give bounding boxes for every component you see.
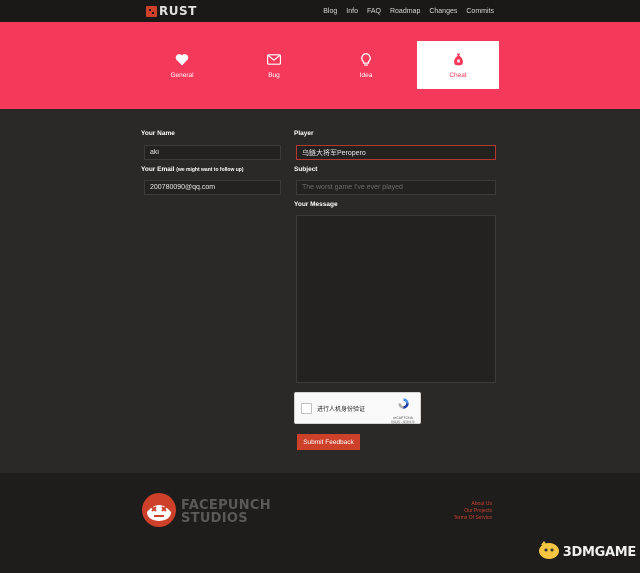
email-input[interactable]	[144, 180, 281, 195]
footer-links: About Us Our Projects Terms Of Service	[454, 501, 492, 521]
subject-input[interactable]	[296, 180, 496, 195]
site-watermark: 3DMGAME	[538, 540, 636, 565]
player-label: Player	[294, 130, 314, 137]
category-cheat[interactable]: Cheat	[417, 41, 499, 89]
recaptcha-logo-icon	[397, 397, 410, 414]
recaptcha-links[interactable]: 隐私权 - 使用条款	[391, 420, 415, 424]
watermark-text: 3DMGAME	[562, 545, 637, 560]
name-label: Your Name	[141, 130, 175, 137]
message-textarea[interactable]	[296, 215, 496, 383]
recaptcha-checkbox[interactable]	[301, 403, 312, 414]
top-navbar: RUST Blog Info FAQ Roadmap Changes Commi…	[0, 0, 640, 22]
nav-link-commits[interactable]: Commits	[466, 8, 494, 15]
category-idea[interactable]: Idea	[325, 41, 407, 89]
facepunch-line2: STUDIOS	[181, 511, 248, 526]
nav-link-blog[interactable]: Blog	[323, 8, 337, 15]
recaptcha-brand: reCAPTCHA 隐私权 - 使用条款	[391, 397, 415, 424]
lightbulb-icon	[361, 52, 371, 68]
category-general[interactable]: General	[141, 41, 223, 89]
nav-link-faq[interactable]: FAQ	[367, 8, 381, 15]
footer: FACEPUNCH STUDIOS About Us Our Projects …	[0, 473, 640, 573]
footer-link-terms[interactable]: Terms Of Service	[454, 515, 492, 521]
name-input[interactable]	[144, 145, 281, 160]
subject-label: Subject	[294, 166, 318, 173]
nav-link-roadmap[interactable]: Roadmap	[390, 8, 420, 15]
footer-link-projects[interactable]: Our Projects	[454, 508, 492, 514]
heart-icon	[175, 52, 189, 68]
category-label: Cheat	[449, 71, 467, 79]
category-label: General	[170, 71, 194, 79]
category-label: Idea	[359, 71, 373, 79]
player-input[interactable]	[296, 145, 496, 160]
submit-feedback-button[interactable]: Submit Feedback	[297, 434, 360, 450]
main-nav: Blog Info FAQ Roadmap Changes Commits	[323, 0, 494, 22]
email-label-text: Your Email	[141, 166, 175, 173]
recaptcha-widget: 进行人机身份验证 reCAPTCHA 隐私权 - 使用条款	[294, 392, 421, 424]
footer-link-about[interactable]: About Us	[454, 501, 492, 507]
money-bag-icon	[453, 52, 464, 68]
watermark-mascot-icon	[538, 540, 560, 565]
category-band: General Bug Idea Cheat	[0, 22, 640, 109]
category-label: Bug	[268, 71, 280, 79]
facepunch-logo-icon	[141, 492, 177, 533]
recaptcha-text: 进行人机身份验证	[317, 407, 366, 413]
email-note: (we might want to follow up)	[176, 167, 244, 173]
facepunch-wordmark: FACEPUNCH STUDIOS	[181, 499, 271, 525]
nav-link-info[interactable]: Info	[346, 8, 358, 15]
rust-logo[interactable]: RUST	[146, 4, 197, 18]
email-label: Your Email (we might want to follow up)	[141, 166, 244, 173]
facepunch-logo[interactable]: FACEPUNCH STUDIOS	[141, 492, 271, 533]
logo-text: RUST	[159, 4, 197, 18]
rust-logo-icon	[146, 5, 157, 17]
category-bug[interactable]: Bug	[233, 41, 315, 89]
envelope-icon	[267, 52, 281, 68]
nav-link-changes[interactable]: Changes	[429, 8, 457, 15]
message-label: Your Message	[294, 201, 338, 208]
